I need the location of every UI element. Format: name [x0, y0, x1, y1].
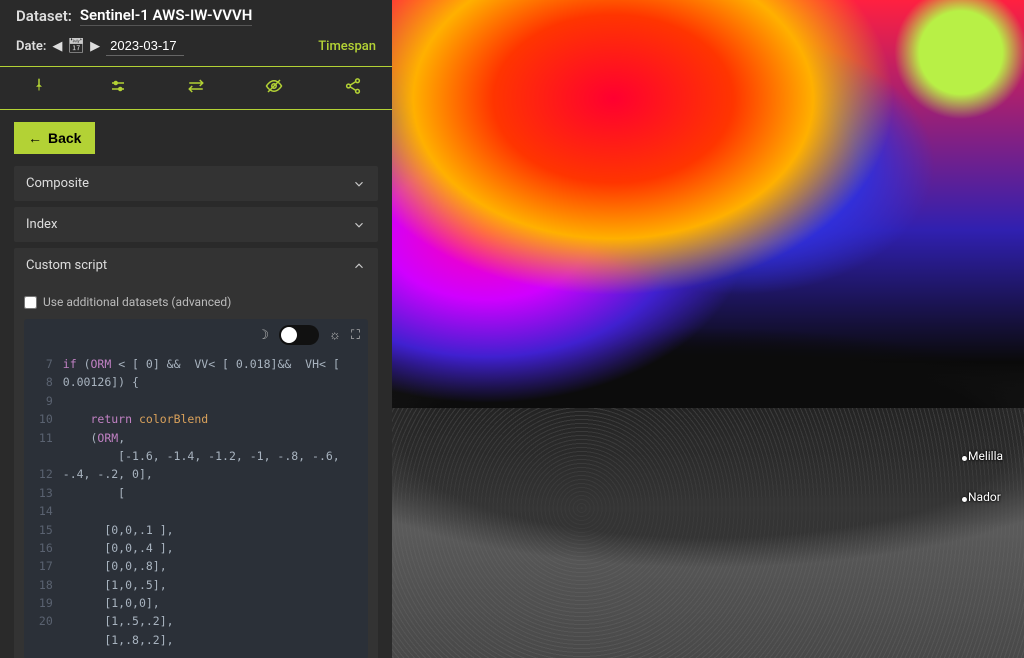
date-prev-icon[interactable]: ◀	[52, 39, 62, 54]
moon-icon: ☽	[257, 328, 269, 343]
composite-header[interactable]: Composite	[14, 166, 378, 201]
index-panel: Index	[14, 207, 378, 242]
sidebar: Dataset: Sentinel-1 AWS-IW-VVVH Date: ◀ …	[0, 0, 392, 658]
advanced-checkbox-row[interactable]: Use additional datasets (advanced)	[24, 289, 368, 319]
chevron-up-icon	[352, 259, 366, 273]
compare-button[interactable]	[157, 67, 235, 109]
map-dot-nador	[962, 497, 967, 502]
index-label: Index	[26, 217, 57, 232]
date-label: Date:	[16, 39, 46, 54]
dataset-value[interactable]: Sentinel-1 AWS-IW-VVVH	[80, 6, 253, 26]
dataset-label: Dataset:	[16, 7, 72, 25]
share-button[interactable]	[314, 67, 392, 109]
custom-script-panel: Custom script Use additional datasets (a…	[14, 248, 378, 658]
back-label: Back	[48, 130, 81, 146]
sun-icon: ☼	[329, 327, 341, 343]
chevron-down-icon	[352, 218, 366, 232]
composite-panel: Composite	[14, 166, 378, 201]
map-view[interactable]: Melilla Nador Berkane Maghnia	[392, 0, 1024, 658]
custom-script-body: Use additional datasets (advanced) ☽ ☼ ⛶…	[14, 283, 378, 658]
map-dot-melilla	[962, 456, 967, 461]
map-label-nador: Nador	[968, 490, 1001, 504]
map-label-melilla: Melilla	[968, 449, 1003, 463]
index-header[interactable]: Index	[14, 207, 378, 242]
pin-button[interactable]	[0, 67, 78, 109]
expand-icon[interactable]: ⛶	[351, 328, 360, 343]
line-gutter: 7 8 9 10 11 12 13 14 15 16 17 18 19 20	[32, 355, 63, 649]
visibility-button[interactable]	[235, 67, 313, 109]
code-tools: ☽ ☼ ⛶	[257, 325, 360, 345]
date-row: Date: ◀ 📅︎ ▶ Timespan	[0, 30, 392, 66]
advanced-checkbox[interactable]	[24, 296, 37, 309]
custom-script-label: Custom script	[26, 258, 107, 273]
theme-toggle[interactable]	[279, 325, 319, 345]
toolbar	[0, 66, 392, 110]
advanced-checkbox-label: Use additional datasets (advanced)	[43, 295, 231, 309]
code-block: 7 8 9 10 11 12 13 14 15 16 17 18 19 20 i…	[24, 319, 368, 658]
back-button[interactable]: ← Back	[14, 122, 95, 154]
arrow-left-icon: ←	[28, 130, 42, 146]
sliders-button[interactable]	[78, 67, 156, 109]
date-input[interactable]	[106, 36, 184, 56]
chevron-down-icon	[352, 177, 366, 191]
timespan-link[interactable]: Timespan	[318, 39, 376, 54]
custom-script-header[interactable]: Custom script	[14, 248, 378, 283]
map-terrain	[392, 408, 1024, 658]
content-area: ← Back Composite Index Custom script	[0, 110, 392, 658]
code-lines[interactable]: if (ORM < [ 0] && VV< [ 0.018]&& VH< [ 0…	[63, 355, 360, 649]
date-nav: ◀ 📅︎ ▶	[52, 38, 100, 54]
code-editor[interactable]: ☽ ☼ ⛶ 7 8 9 10 11 12 13 14 15 16 17 18 1…	[24, 319, 368, 658]
dataset-row: Dataset: Sentinel-1 AWS-IW-VVVH	[0, 0, 392, 30]
composite-label: Composite	[26, 176, 89, 191]
date-next-icon[interactable]: ▶	[90, 39, 100, 54]
calendar-icon[interactable]: 📅︎	[64, 38, 88, 54]
